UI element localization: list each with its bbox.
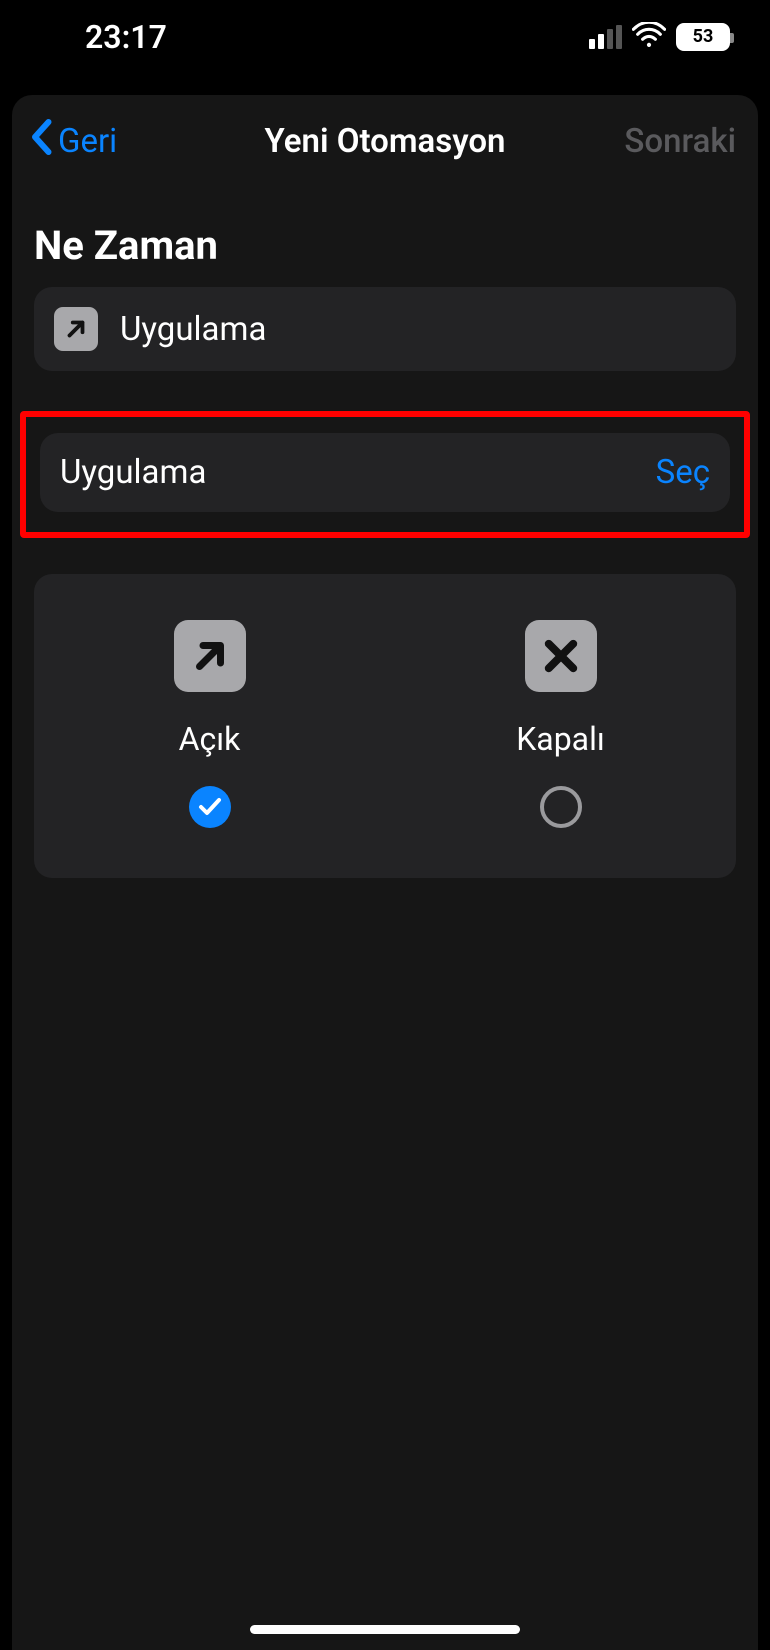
status-bar: 23:17 53 bbox=[0, 0, 770, 65]
status-time: 23:17 bbox=[40, 18, 167, 56]
chevron-left-icon bbox=[28, 119, 54, 164]
next-button[interactable]: Sonraki bbox=[624, 122, 736, 161]
option-closed-label: Kapalı bbox=[516, 720, 605, 758]
battery-indicator: 53 bbox=[676, 23, 730, 51]
option-closed[interactable]: Kapalı bbox=[385, 620, 736, 828]
open-arrow-icon bbox=[174, 620, 246, 692]
highlight-annotation: Uygulama Seç bbox=[20, 411, 750, 538]
state-option-panel: Açık Kapalı bbox=[34, 574, 736, 878]
modal-sheet: Geri Yeni Otomasyon Sonraki Ne Zaman Uyg… bbox=[12, 95, 758, 1650]
option-open[interactable]: Açık bbox=[34, 620, 385, 828]
trigger-cell-app[interactable]: Uygulama bbox=[34, 287, 736, 371]
close-x-icon bbox=[525, 620, 597, 692]
page-title: Yeni Otomasyon bbox=[265, 122, 506, 161]
home-indicator[interactable] bbox=[250, 1625, 520, 1634]
radio-open-checked[interactable] bbox=[189, 786, 231, 828]
back-label: Geri bbox=[58, 122, 117, 161]
select-action[interactable]: Seç bbox=[656, 453, 710, 492]
wifi-icon bbox=[632, 22, 666, 52]
trigger-group: Uygulama bbox=[34, 287, 736, 371]
option-open-label: Açık bbox=[179, 720, 241, 758]
content-area: Ne Zaman Uygulama Uygulama Seç bbox=[12, 182, 758, 878]
section-title-when: Ne Zaman bbox=[12, 212, 758, 287]
nav-bar: Geri Yeni Otomasyon Sonraki bbox=[12, 95, 758, 182]
app-open-icon bbox=[54, 307, 98, 351]
app-select-group: Uygulama Seç bbox=[40, 433, 730, 512]
battery-percent: 53 bbox=[693, 26, 714, 47]
radio-closed-unchecked[interactable] bbox=[540, 786, 582, 828]
cellular-signal-icon bbox=[589, 25, 622, 49]
back-button[interactable]: Geri bbox=[28, 119, 117, 164]
trigger-label: Uygulama bbox=[120, 310, 716, 349]
status-icons: 53 bbox=[589, 22, 730, 52]
app-select-cell[interactable]: Uygulama Seç bbox=[40, 433, 730, 512]
app-select-label: Uygulama bbox=[60, 453, 656, 492]
